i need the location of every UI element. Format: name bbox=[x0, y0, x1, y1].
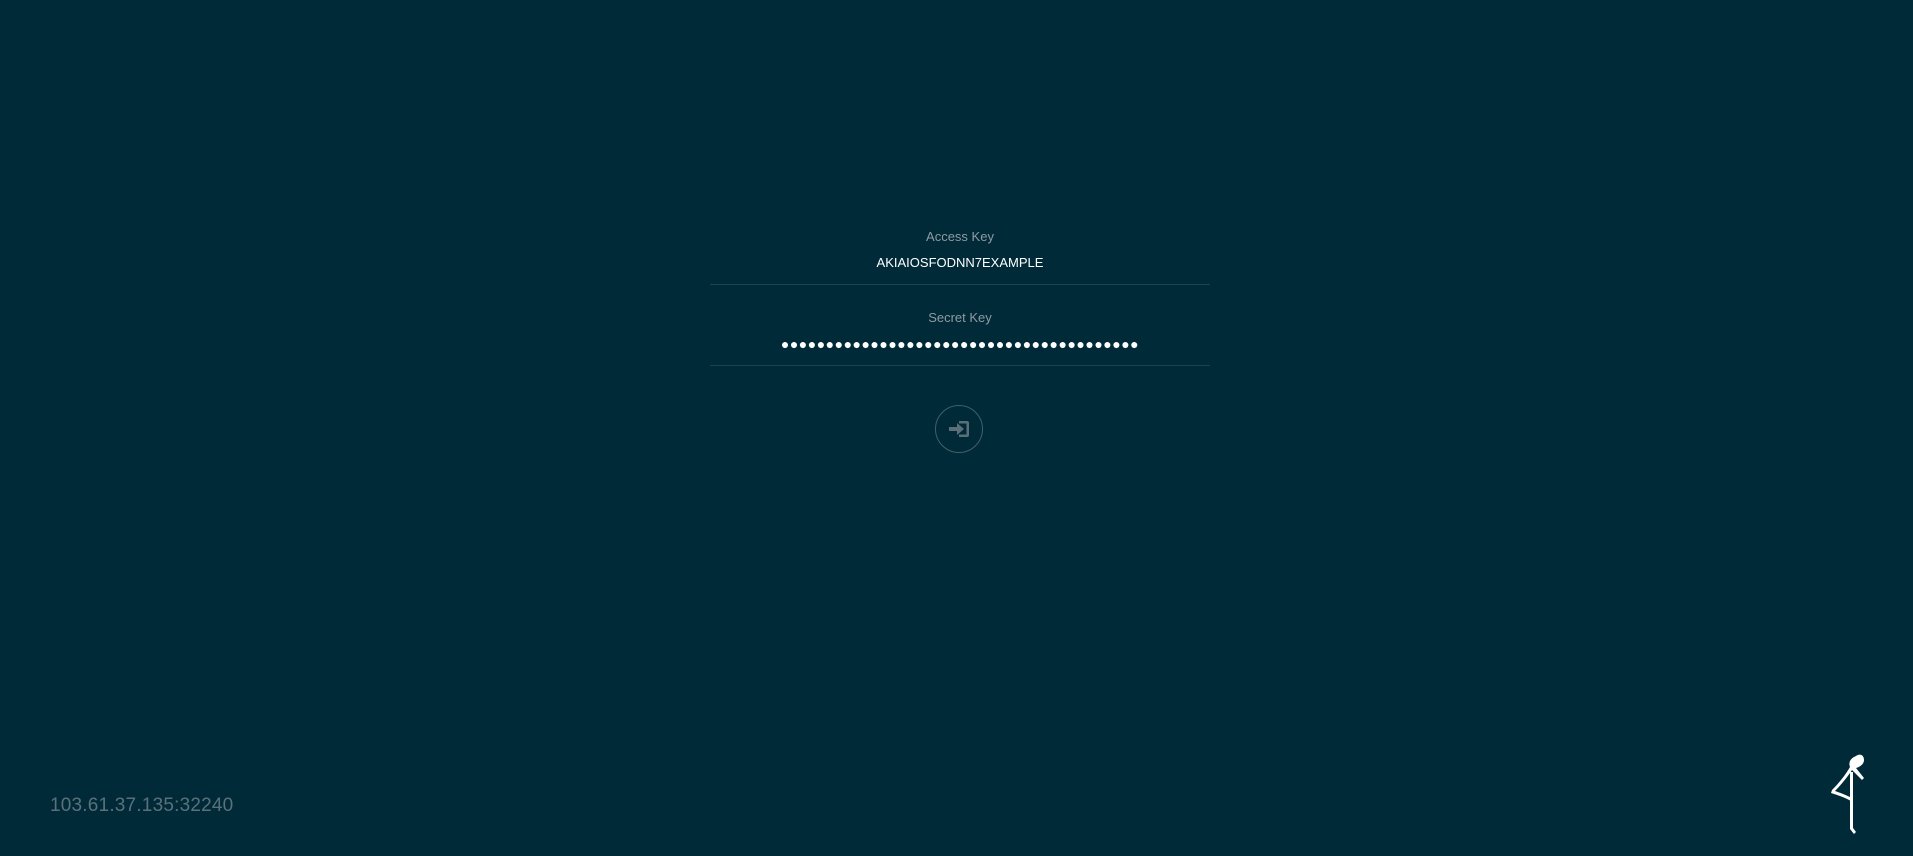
secret-key-field-group: Secret Key bbox=[710, 301, 1210, 366]
minio-logo bbox=[1826, 750, 1872, 834]
login-form: Access Key Secret Key bbox=[710, 220, 1210, 453]
login-button[interactable] bbox=[935, 405, 983, 453]
secret-key-input[interactable] bbox=[710, 335, 1210, 353]
access-key-label: Access Key bbox=[926, 229, 994, 244]
access-key-input[interactable] bbox=[710, 254, 1210, 272]
host-address: 103.61.37.135:32240 bbox=[50, 795, 234, 816]
access-key-field-group: Access Key bbox=[710, 220, 1210, 285]
secret-key-label: Secret Key bbox=[928, 310, 992, 325]
login-page: Access Key Secret Key 103.61.37.135:3224… bbox=[0, 0, 1913, 856]
sign-in-icon bbox=[948, 420, 970, 438]
